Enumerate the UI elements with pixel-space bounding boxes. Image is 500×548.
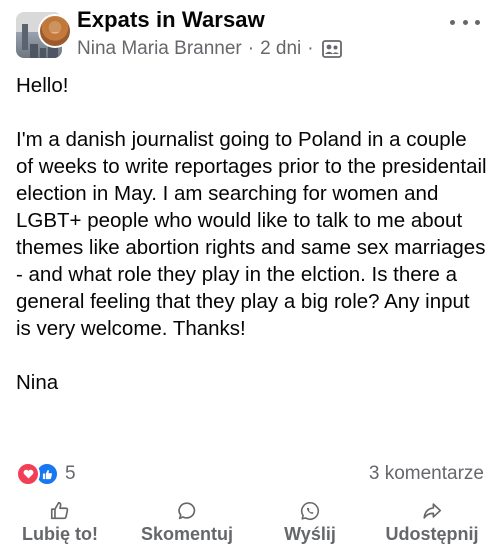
meta-separator: · (247, 38, 255, 59)
post-greeting: Hello! (16, 74, 69, 97)
comment-button-label: Skomentuj (140, 524, 233, 544)
author-name[interactable]: Nina Maria Branner (77, 38, 242, 60)
share-arrow-icon (423, 503, 442, 519)
post-paragraph: I'm a danish journalist going to Poland … (16, 128, 487, 340)
more-dot (462, 19, 468, 25)
post-text: Hello! I'm a danish journalist going to … (16, 72, 488, 396)
comment-button[interactable]: Skomentuj (128, 496, 246, 548)
group-name[interactable]: Expats in Warsaw (77, 7, 265, 33)
reactions-summary[interactable]: 5 (16, 462, 76, 486)
more-dot (475, 19, 480, 25)
share-button[interactable]: Udostępnij (368, 496, 496, 548)
group-avatar-tower (22, 24, 28, 50)
group-members-icon[interactable] (321, 40, 342, 58)
post-actions: Lubię to! Skomentuj Wyślij Udostępnij (0, 496, 500, 548)
like-button-label: Lubię to! (22, 524, 98, 544)
post-stats: 5 3 komentarze (16, 460, 484, 486)
like-button[interactable]: Lubię to! (10, 496, 110, 548)
post-meta: Nina Maria Branner · 2 dni · (77, 38, 342, 60)
whatsapp-icon (300, 501, 319, 521)
meta-separator: · (307, 38, 314, 59)
reaction-count: 5 (65, 463, 76, 484)
post-signature: Nina (16, 371, 59, 394)
group-avatar-building (40, 48, 46, 58)
thumbs-up-icon (50, 501, 69, 520)
post-time[interactable]: 2 dni (260, 38, 301, 60)
group-avatar-building (30, 44, 38, 58)
comment-bubble-icon (178, 502, 196, 520)
more-dot (450, 19, 455, 25)
author-avatar[interactable] (38, 14, 72, 48)
avatar-group[interactable] (16, 12, 72, 66)
love-reaction-icon (16, 462, 40, 486)
more-dots-icon[interactable] (450, 12, 480, 32)
share-button-label: Udostępnij (385, 524, 479, 544)
author-avatar-hair (44, 18, 66, 32)
comments-count[interactable]: 3 komentarze (369, 463, 484, 485)
post-header: Expats in Warsaw Nina Maria Branner · 2 … (0, 0, 500, 70)
send-button-label: Wyślij (284, 524, 336, 544)
send-button[interactable]: Wyślij (270, 496, 350, 548)
